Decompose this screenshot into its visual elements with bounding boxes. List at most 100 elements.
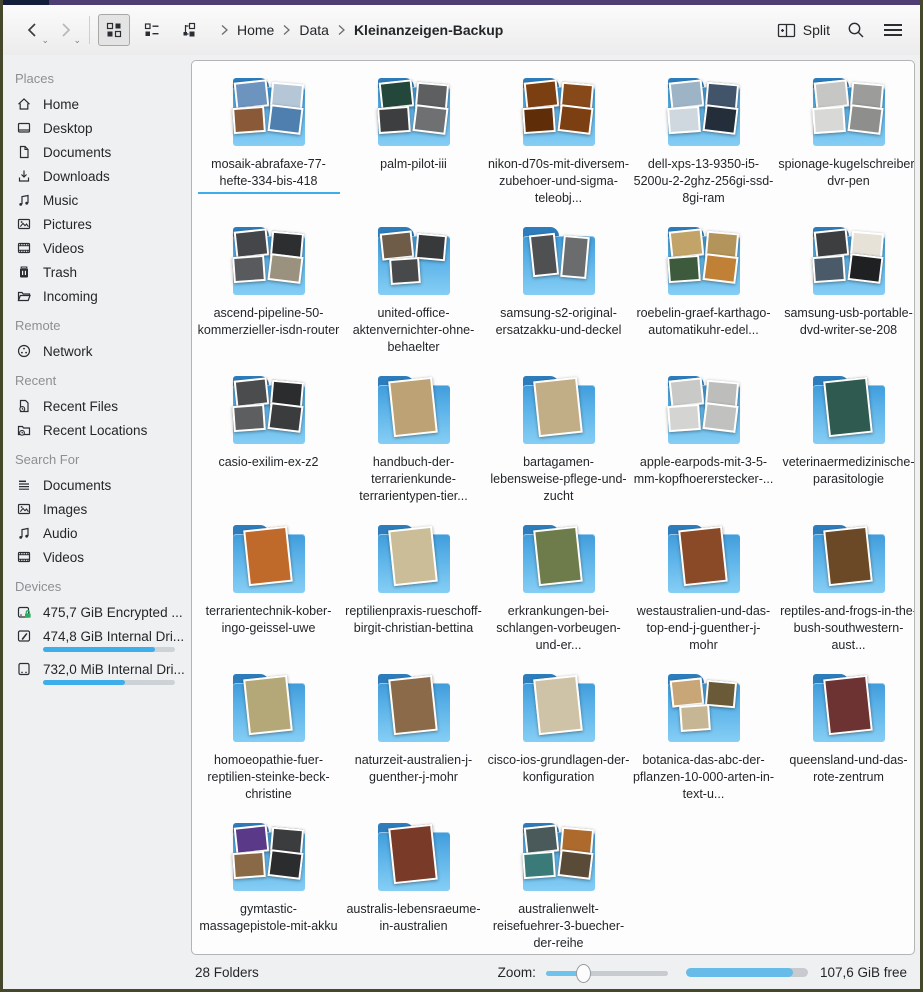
sidebar-item-music[interactable]: Music: [13, 188, 191, 212]
forward-button[interactable]: ⌄: [49, 14, 81, 46]
sidebar-item-label: Pictures: [43, 217, 92, 232]
sidebar-item-label: 732,0 MiB Internal Dri...: [43, 662, 185, 677]
music-icon: [16, 525, 32, 541]
sidebar-item-documents[interactable]: Documents: [13, 473, 191, 497]
folder-item-apple-earpods-mit-3-5-mm-kopfhoerersteck[interactable]: apple-earpods-mit-3-5-mm-kopfhoerersteck…: [631, 369, 776, 518]
compact-view-icon: [143, 21, 161, 39]
recent-files-icon: [16, 398, 32, 414]
sidebar-item-audio[interactable]: Audio: [13, 521, 191, 545]
folder-item-terrarientechnik-kober-ingo-geissel-uwe[interactable]: terrarientechnik-kober-ingo-geissel-uwe: [196, 518, 341, 667]
folder-item-handbuch-der-terrarienkunde-terrarientyp[interactable]: handbuch-der-terrarienkunde-terrarientyp…: [341, 369, 486, 518]
sidebar-item-videos[interactable]: Videos: [13, 236, 191, 260]
music-icon: [16, 192, 32, 208]
folder-item-casio-exilim-ex-z2[interactable]: casio-exilim-ex-z2: [196, 369, 341, 518]
menu-button[interactable]: [882, 22, 904, 38]
sidebar-item-recent-locations[interactable]: Recent Locations: [13, 418, 191, 442]
folder-item-roebelin-graef-karthago-automatikuhr-ede[interactable]: roebelin-graef-karthago-automatikuhr-ede…: [631, 220, 776, 369]
back-history-caret-icon[interactable]: ⌄: [41, 36, 49, 45]
sidebar-item-label: 474,8 GiB Internal Dri...: [43, 629, 184, 644]
photo-thumbnail: [823, 377, 873, 437]
sidebar-item-images[interactable]: Images: [13, 497, 191, 521]
folder-item-reptiles-and-frogs-in-the-bush-southwest[interactable]: reptiles-and-frogs-in-the-bush-southwest…: [776, 518, 915, 667]
sidebar-item-desktop[interactable]: Desktop: [13, 116, 191, 140]
sidebar-item-downloads[interactable]: Downloads: [13, 164, 191, 188]
folder-icon: [520, 669, 598, 745]
sidebar-item-trash[interactable]: Trash: [13, 260, 191, 284]
sidebar-item-label: Images: [43, 502, 87, 517]
folder-icon: [520, 73, 598, 149]
photo-thumbnail: [702, 402, 738, 433]
photo-thumbnail: [388, 675, 438, 735]
folder-item-reptilienpraxis-rueschoff-birgit-christi[interactable]: reptilienpraxis-rueschoff-birgit-christi…: [341, 518, 486, 667]
drive-internal-icon: [16, 628, 32, 644]
folder-icon: [375, 818, 453, 894]
folder-item-palm-pilot-iii[interactable]: palm-pilot-iii: [341, 71, 486, 220]
folder-item-homoeopathie-fuer-reptilien-steinke-beck[interactable]: homoeopathie-fuer-reptilien-steinke-beck…: [196, 667, 341, 816]
breadcrumb-item-home[interactable]: Home: [233, 20, 278, 40]
breadcrumb-item-kleinanzeigen-backup[interactable]: Kleinanzeigen-Backup: [350, 20, 507, 40]
split-button[interactable]: Split: [777, 22, 830, 39]
folder-item-spionage-kugelschreiber-dvr-pen[interactable]: spionage-kugelschreiber-dvr-pen: [776, 71, 915, 220]
folder-item-samsung-usb-portable-dvd-writer-se-208[interactable]: samsung-usb-portable-dvd-writer-se-208: [776, 220, 915, 369]
folder-item-cisco-ios-grundlagen-der-konfiguration[interactable]: cisco-ios-grundlagen-der-konfiguration: [486, 667, 631, 816]
photo-thumbnail: [243, 526, 293, 586]
sidebar-item-732-0-mib-internal-dri[interactable]: 732,0 MiB Internal Dri...: [13, 657, 191, 690]
folder-icon: [375, 371, 453, 447]
folder-icon: [375, 73, 453, 149]
sidebar-item-network[interactable]: Network: [13, 339, 191, 363]
sidebar-item-label: Downloads: [43, 169, 110, 184]
sidebar-item-documents[interactable]: Documents: [13, 140, 191, 164]
folder-item-united-office-aktenvernichter-ohne-behae[interactable]: united-office-aktenvernichter-ohne-behae…: [341, 220, 486, 369]
folder-item-gymtastic-massagepistole-mit-akku[interactable]: gymtastic-massagepistole-mit-akku: [196, 816, 341, 955]
search-button[interactable]: [846, 20, 866, 40]
breadcrumb-separator-icon: [282, 24, 291, 36]
photo-thumbnail: [823, 526, 873, 586]
folder-item-naturzeit-australien-j-guenther-j-mohr[interactable]: naturzeit-australien-j-guenther-j-mohr: [341, 667, 486, 816]
zoom-slider[interactable]: [546, 963, 668, 983]
sidebar-item-videos[interactable]: Videos: [13, 545, 191, 569]
sidebar-item-recent-files[interactable]: Recent Files: [13, 394, 191, 418]
photo-thumbnail: [667, 255, 701, 283]
folder-icon: [810, 669, 888, 745]
folder-item-queensland-und-das-rote-zentrum[interactable]: queensland-und-das-rote-zentrum: [776, 667, 915, 816]
folder-label: casio-exilim-ex-z2: [198, 454, 340, 471]
folder-item-mosaik-abrafaxe-77-hefte-334-bis-418[interactable]: mosaik-abrafaxe-77-hefte-334-bis-418: [196, 71, 341, 220]
folder-label: roebelin-graef-karthago-automatikuhr-ede…: [633, 305, 775, 339]
folder-item-nikon-d70s-mit-diversem-zubehoer-und-sig[interactable]: nikon-d70s-mit-diversem-zubehoer-und-sig…: [486, 71, 631, 220]
back-button[interactable]: ⌄: [17, 14, 49, 46]
sidebar-item-474-8-gib-internal-dri[interactable]: 474,8 GiB Internal Dri...: [13, 624, 191, 657]
folder-item-australienwelt-reisefuehrer-3-buecher-de[interactable]: australienwelt-reisefuehrer-3-buecher-de…: [486, 816, 631, 955]
sidebar-item-home[interactable]: Home: [13, 92, 191, 116]
folder-item-dell-xps-13-9350-i5-5200u-2-2ghz-256gi-s[interactable]: dell-xps-13-9350-i5-5200u-2-2ghz-256gi-s…: [631, 71, 776, 220]
disk-capacity-bar: [686, 968, 808, 977]
downloads-icon: [16, 168, 32, 184]
sidebar-item-475-7-gib-encrypted[interactable]: 475,7 GiB Encrypted ...: [13, 600, 191, 624]
compact-view-button[interactable]: [136, 14, 168, 46]
icons-view-button[interactable]: [98, 14, 130, 46]
folder-item-samsung-s2-original-ersatzakku-und-decke[interactable]: samsung-s2-original-ersatzakku-und-decke…: [486, 220, 631, 369]
folder-item-australis-lebensraeume-in-australien[interactable]: australis-lebensraeume-in-australien: [341, 816, 486, 955]
folder-label: gymtastic-massagepistole-mit-akku: [198, 901, 340, 935]
breadcrumb-separator-icon: [220, 24, 229, 36]
tree-view-button[interactable]: [174, 14, 206, 46]
folder-icon: [230, 818, 308, 894]
section-title-places: Places: [15, 71, 191, 86]
folder-item-erkrankungen-bei-schlangen-vorbeugen-und[interactable]: erkrankungen-bei-schlangen-vorbeugen-und…: [486, 518, 631, 667]
folder-icon: [520, 818, 598, 894]
forward-history-caret-icon[interactable]: ⌄: [73, 36, 81, 45]
folder-item-ascend-pipeline-50-kommerzieller-isdn-ro[interactable]: ascend-pipeline-50-kommerzieller-isdn-ro…: [196, 220, 341, 369]
sidebar-item-incoming[interactable]: Incoming: [13, 284, 191, 308]
trash-icon: [16, 264, 32, 280]
folder-item-bartagamen-lebensweise-pflege-und-zucht[interactable]: bartagamen-lebensweise-pflege-und-zucht: [486, 369, 631, 518]
file-manager-window: ⌄ ⌄: [0, 0, 923, 992]
folder-item-botanica-das-abc-der-pflanzen-10-000-art[interactable]: botanica-das-abc-der-pflanzen-10-000-art…: [631, 667, 776, 816]
folder-item-veterinaermedizinische-parasitologie[interactable]: veterinaermedizinische-parasitologie: [776, 369, 915, 518]
sidebar-item-pictures[interactable]: Pictures: [13, 212, 191, 236]
folder-view-panel[interactable]: mosaik-abrafaxe-77-hefte-334-bis-418palm…: [191, 60, 915, 955]
zoom-slider-handle[interactable]: [576, 964, 591, 983]
section-title-devices: Devices: [15, 579, 191, 594]
breadcrumb-item-data[interactable]: Data: [295, 20, 333, 40]
photo-thumbnail: [267, 849, 303, 880]
sidebar-item-label: Trash: [43, 265, 77, 280]
folder-item-westaustralien-und-das-top-end-j-guenthe[interactable]: westaustralien-und-das-top-end-j-guenthe…: [631, 518, 776, 667]
